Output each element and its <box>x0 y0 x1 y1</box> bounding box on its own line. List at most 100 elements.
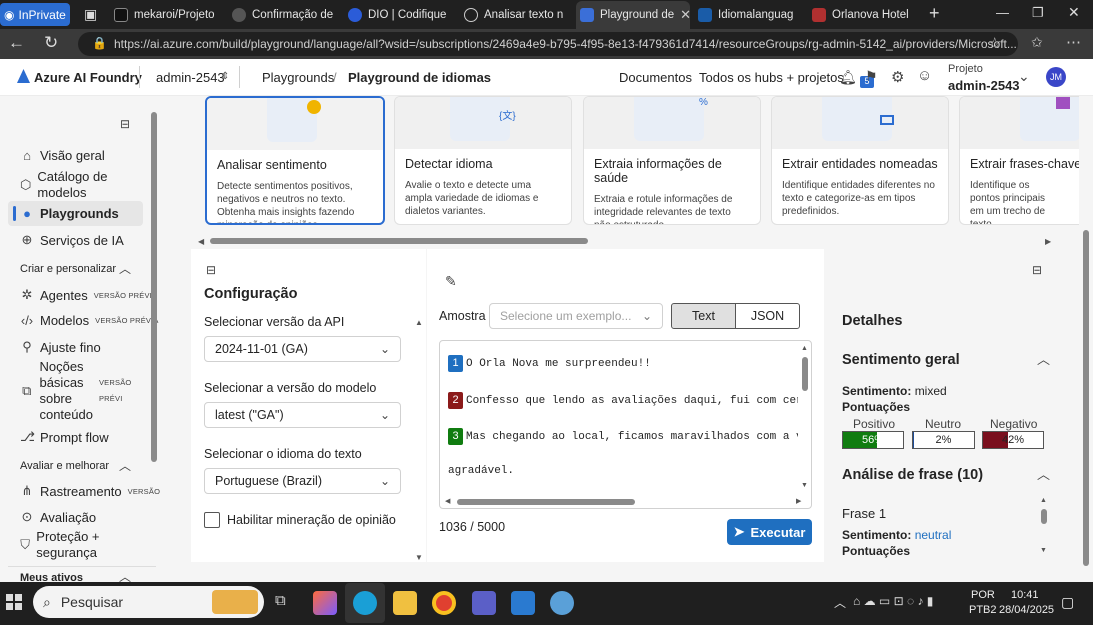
copilot-icon[interactable] <box>313 591 337 615</box>
api-version-select[interactable]: 2024-11-01 (GA) ⌄ <box>204 336 401 362</box>
nav-item-models[interactable]: ‹/› Modelos VERSÃO PRÉVIA <box>20 313 159 328</box>
model-version-select[interactable]: latest ("GA") ⌄ <box>204 402 401 428</box>
nav-item-playgrounds[interactable]: ● Playgrounds <box>20 206 119 221</box>
edge-icon[interactable] <box>353 591 377 615</box>
main-scrollbar[interactable] <box>1081 100 1091 580</box>
nav-item-content[interactable]: ⧉ Noções básicas sobre conteúdo VERSÃO PRÉ… <box>20 359 155 423</box>
nav-item-ai-services[interactable]: ⊕ Serviços de IA <box>20 232 124 248</box>
feedback-icon[interactable]: ⚑ <box>865 68 878 85</box>
browser-tab[interactable]: mekaroi/Projeto <box>114 1 224 29</box>
favorites-icon[interactable]: ✩ <box>1031 34 1043 51</box>
card-sentiment[interactable]: Analisar sentimento Detecte sentimentos … <box>205 96 385 225</box>
clock-time[interactable]: 10:41 <box>1011 589 1039 601</box>
json-toggle-button[interactable]: JSON <box>735 303 800 329</box>
close-tab-icon[interactable]: ✕ <box>680 7 690 23</box>
browser-tab[interactable]: Confirmação de <box>232 1 340 29</box>
details-scroll-up-icon[interactable]: ▲ <box>1040 497 1047 504</box>
more-icon[interactable]: ⋯ <box>1066 33 1081 51</box>
nav-item-overview[interactable]: ⌂ Visão geral <box>20 148 105 163</box>
input-language[interactable]: POR <box>971 589 995 601</box>
text-scroll-up-icon[interactable]: ▲ <box>801 345 808 352</box>
clock-date[interactable]: 28/04/2025 <box>999 604 1054 616</box>
text-hscroll-thumb[interactable] <box>457 499 635 505</box>
card-language-detect[interactable]: {文} Detectar idioma Avalie o texto e det… <box>394 96 572 225</box>
workspace-selector[interactable]: admin-2543 <box>156 70 225 85</box>
file-explorer-icon[interactable] <box>393 591 417 615</box>
chevron-up-icon[interactable]: ︿ <box>1037 349 1050 368</box>
collapse-config-icon[interactable]: ⊟ <box>206 263 216 277</box>
nav-item-safety[interactable]: ⛉ Proteção + segurança <box>20 529 130 561</box>
opinion-mining-checkbox[interactable] <box>204 512 220 528</box>
windows-start-icon[interactable] <box>6 594 22 610</box>
expand-details-icon[interactable]: ⊟ <box>1032 263 1042 277</box>
main-scroll-thumb[interactable] <box>1083 230 1089 566</box>
tray-icons[interactable]: ⌂ ☁ ▭ ⊡ ◌ ♪ ▮ <box>853 594 933 608</box>
browser-tab[interactable]: Analisar texto n <box>464 1 572 29</box>
browser-tab[interactable]: Idiomalanguag <box>698 1 802 29</box>
inprivate-badge[interactable]: ◉ InPrivate <box>0 3 70 26</box>
project-name[interactable]: admin-2543 <box>948 78 1020 93</box>
remote-desktop-icon[interactable] <box>511 591 535 615</box>
browser-tab-active[interactable]: Playground de ✕ <box>576 1 690 29</box>
collapse-nav-icon[interactable]: ⊟ <box>120 117 130 131</box>
brand-name[interactable]: Azure AI Foundry <box>34 70 142 85</box>
details-scroll-down-icon[interactable]: ▼ <box>1040 547 1047 554</box>
bell-icon[interactable]: 🔔︎ <box>839 69 857 86</box>
browser-tab[interactable]: Orlanova Hotel <box>812 1 922 29</box>
keyboard-layout[interactable]: PTB2 <box>969 604 997 616</box>
text-scroll-thumb[interactable] <box>802 357 808 391</box>
card-health[interactable]: % Extraia informações de saúde Extraia e… <box>583 96 761 225</box>
nav-item-agents[interactable]: ✲ Agentes VERSÃO PRÉVIA <box>20 287 157 303</box>
nav-item-catalog[interactable]: ⬡ Catálogo de modelos <box>20 169 130 201</box>
run-button[interactable]: ➤ Executar <box>727 519 812 545</box>
nav-scroll-thumb[interactable] <box>151 112 157 462</box>
notification-icon[interactable]: ▢ <box>1061 594 1074 611</box>
hubs-link[interactable]: Todos os hubs + projetos <box>699 70 844 85</box>
new-tab-icon[interactable]: + <box>929 3 940 24</box>
card-keyphrases[interactable]: Extrair frases-chave Identifique os pont… <box>959 96 1079 225</box>
app-icon[interactable] <box>550 591 574 615</box>
edit-icon[interactable]: ✎ <box>445 273 457 290</box>
text-scroll-left-icon[interactable]: ◀ <box>445 497 450 505</box>
chevron-down-icon[interactable]: ⌄ <box>1018 68 1030 85</box>
gear-icon[interactable]: ⚙ <box>891 68 904 86</box>
nav-item-evaluation[interactable]: ⊙ Avaliação <box>20 509 97 525</box>
scroll-left-icon[interactable]: ◀ <box>198 237 204 246</box>
smiley-icon[interactable]: ☺ <box>917 67 932 84</box>
text-scroll-right-icon[interactable]: ▶ <box>796 497 801 505</box>
nav-scrollbar[interactable] <box>149 100 159 580</box>
chevron-up-icon[interactable]: ︿ <box>1037 464 1050 483</box>
refresh-icon[interactable]: ↻ <box>44 33 58 53</box>
chevron-up-icon[interactable]: ︿ <box>119 260 131 277</box>
tab-actions-icon[interactable]: ▣ <box>84 6 97 23</box>
breadcrumb-playgrounds[interactable]: Playgrounds <box>262 70 334 85</box>
card-entities[interactable]: Extrair entidades nomeadas Identifique e… <box>771 96 949 225</box>
text-language-select[interactable]: Portuguese (Brazil) ⌄ <box>204 468 401 494</box>
text-scroll-down-icon[interactable]: ▼ <box>801 482 808 489</box>
close-window-icon[interactable]: ✕ <box>1068 4 1080 21</box>
config-scroll-up-icon[interactable]: ▲ <box>415 318 423 327</box>
sample-select[interactable]: Selecione um exemplo... ⌄ <box>489 303 663 329</box>
teams-icon[interactable] <box>472 591 496 615</box>
maximize-icon[interactable]: ❐ <box>1032 5 1044 21</box>
nav-item-tracing[interactable]: ⋔ Rastreamento VERSÃO <box>20 483 160 499</box>
back-icon[interactable]: ← <box>8 33 25 53</box>
task-view-icon[interactable]: ⧉ <box>275 592 286 609</box>
nav-item-finetune[interactable]: ⚲ Ajuste fino <box>20 339 100 355</box>
text-toggle-button[interactable]: Text <box>671 303 736 329</box>
chevron-up-icon[interactable]: ︿ <box>119 457 131 474</box>
url-field[interactable]: https://ai.azure.com/build/playground/la… <box>78 32 1018 56</box>
lock-icon[interactable]: 🔒 <box>92 36 107 50</box>
nav-item-promptflow[interactable]: ⎇ Prompt flow <box>20 429 109 445</box>
minimize-icon[interactable]: — <box>996 5 1009 20</box>
tray-chevron-icon[interactable]: ︿ <box>834 594 846 611</box>
cards-scroll-thumb[interactable] <box>210 238 588 244</box>
chrome-icon[interactable] <box>432 591 456 615</box>
browser-tab[interactable]: DIO | Codifique <box>348 1 456 29</box>
config-scroll-down-icon[interactable]: ▼ <box>415 553 423 562</box>
details-scroll-thumb[interactable] <box>1041 509 1047 524</box>
favorite-star-icon[interactable]: ☆ <box>988 34 1001 52</box>
scroll-right-icon[interactable]: ▶ <box>1045 237 1051 246</box>
docs-link[interactable]: Documentos <box>619 70 692 85</box>
avatar[interactable]: JM <box>1046 67 1066 87</box>
